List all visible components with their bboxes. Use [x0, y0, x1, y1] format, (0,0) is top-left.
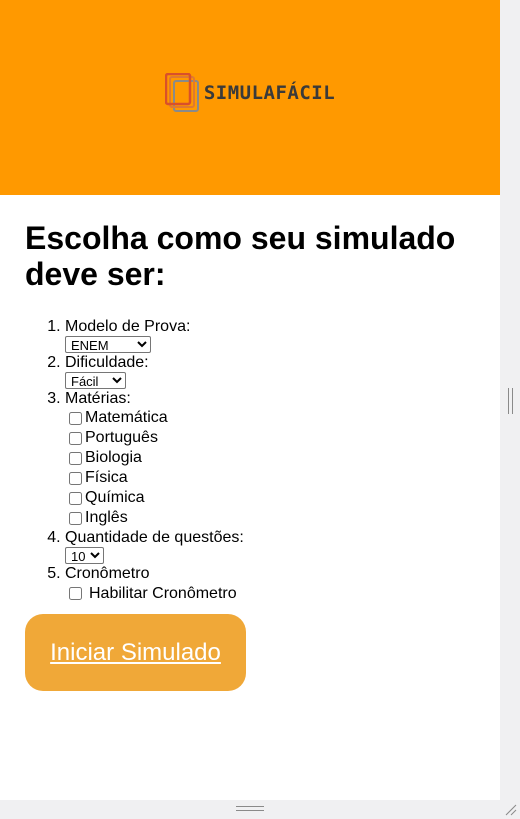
steps-list: Modelo de Prova: ENEM Dificuldade: Fácil… — [0, 317, 500, 603]
start-simulation-button[interactable]: Iniciar Simulado — [25, 614, 246, 691]
step-timer: Cronômetro Habilitar Cronômetro — [65, 564, 500, 603]
step-exam-model: Modelo de Prova: ENEM — [65, 317, 500, 353]
timer-checkbox-label: Habilitar Cronômetro — [89, 584, 237, 602]
subject-label: Química — [85, 489, 145, 506]
subject-option: Física — [69, 468, 500, 488]
subject-label: Matemática — [85, 409, 168, 426]
subjects-label: Matérias: — [65, 390, 131, 407]
step-difficulty: Dificuldade: Fácil — [65, 353, 500, 389]
subject-checkbox-portugues[interactable] — [69, 431, 82, 445]
subject-checkbox-quimica[interactable] — [69, 491, 82, 505]
timer-option: Habilitar Cronômetro — [65, 583, 500, 603]
vertical-resize-handle[interactable] — [508, 388, 513, 414]
exam-model-label: Modelo de Prova: — [65, 318, 191, 335]
timer-label: Cronômetro — [65, 565, 150, 582]
timer-checkbox[interactable] — [69, 586, 82, 600]
page-title: Escolha como seu simulado deve ser: — [25, 220, 456, 292]
brand-name: SIMULAFÁCIL — [203, 81, 336, 104]
subject-checkbox-ingles[interactable] — [69, 511, 82, 525]
horizontal-resize-handle[interactable] — [236, 806, 264, 812]
subject-checkbox-matematica[interactable] — [69, 411, 82, 425]
step-subjects: Matérias: Matemática Português Biologia … — [65, 389, 500, 528]
subject-checkbox-biologia[interactable] — [69, 451, 82, 465]
subject-checkbox-fisica[interactable] — [69, 471, 82, 485]
logo: SIMULAFÁCIL — [164, 72, 336, 113]
stacked-pages-icon — [164, 72, 199, 112]
subjects-list: Matemática Português Biologia Física Quí… — [65, 408, 500, 528]
subject-option: Matemática — [69, 408, 500, 428]
subject-option: Inglês — [69, 508, 500, 528]
subject-label: Física — [85, 469, 128, 486]
page: SIMULAFÁCIL Escolha como seu simulado de… — [0, 0, 500, 800]
exam-model-select[interactable]: ENEM — [65, 336, 151, 353]
difficulty-label: Dificuldade: — [65, 354, 149, 371]
subject-option: Química — [69, 488, 500, 508]
step-question-count: Quantidade de questões: 10 — [65, 528, 500, 564]
subject-label: Português — [85, 429, 158, 446]
difficulty-select[interactable]: Fácil — [65, 372, 126, 389]
subject-option: Biologia — [69, 448, 500, 468]
header-banner: SIMULAFÁCIL — [0, 0, 500, 195]
subject-label: Biologia — [85, 449, 142, 466]
subject-label: Inglês — [85, 509, 128, 526]
resize-corner-icon[interactable] — [505, 804, 517, 816]
question-count-label: Quantidade de questões: — [65, 529, 244, 546]
subject-option: Português — [69, 428, 500, 448]
question-count-select[interactable]: 10 — [65, 547, 104, 564]
